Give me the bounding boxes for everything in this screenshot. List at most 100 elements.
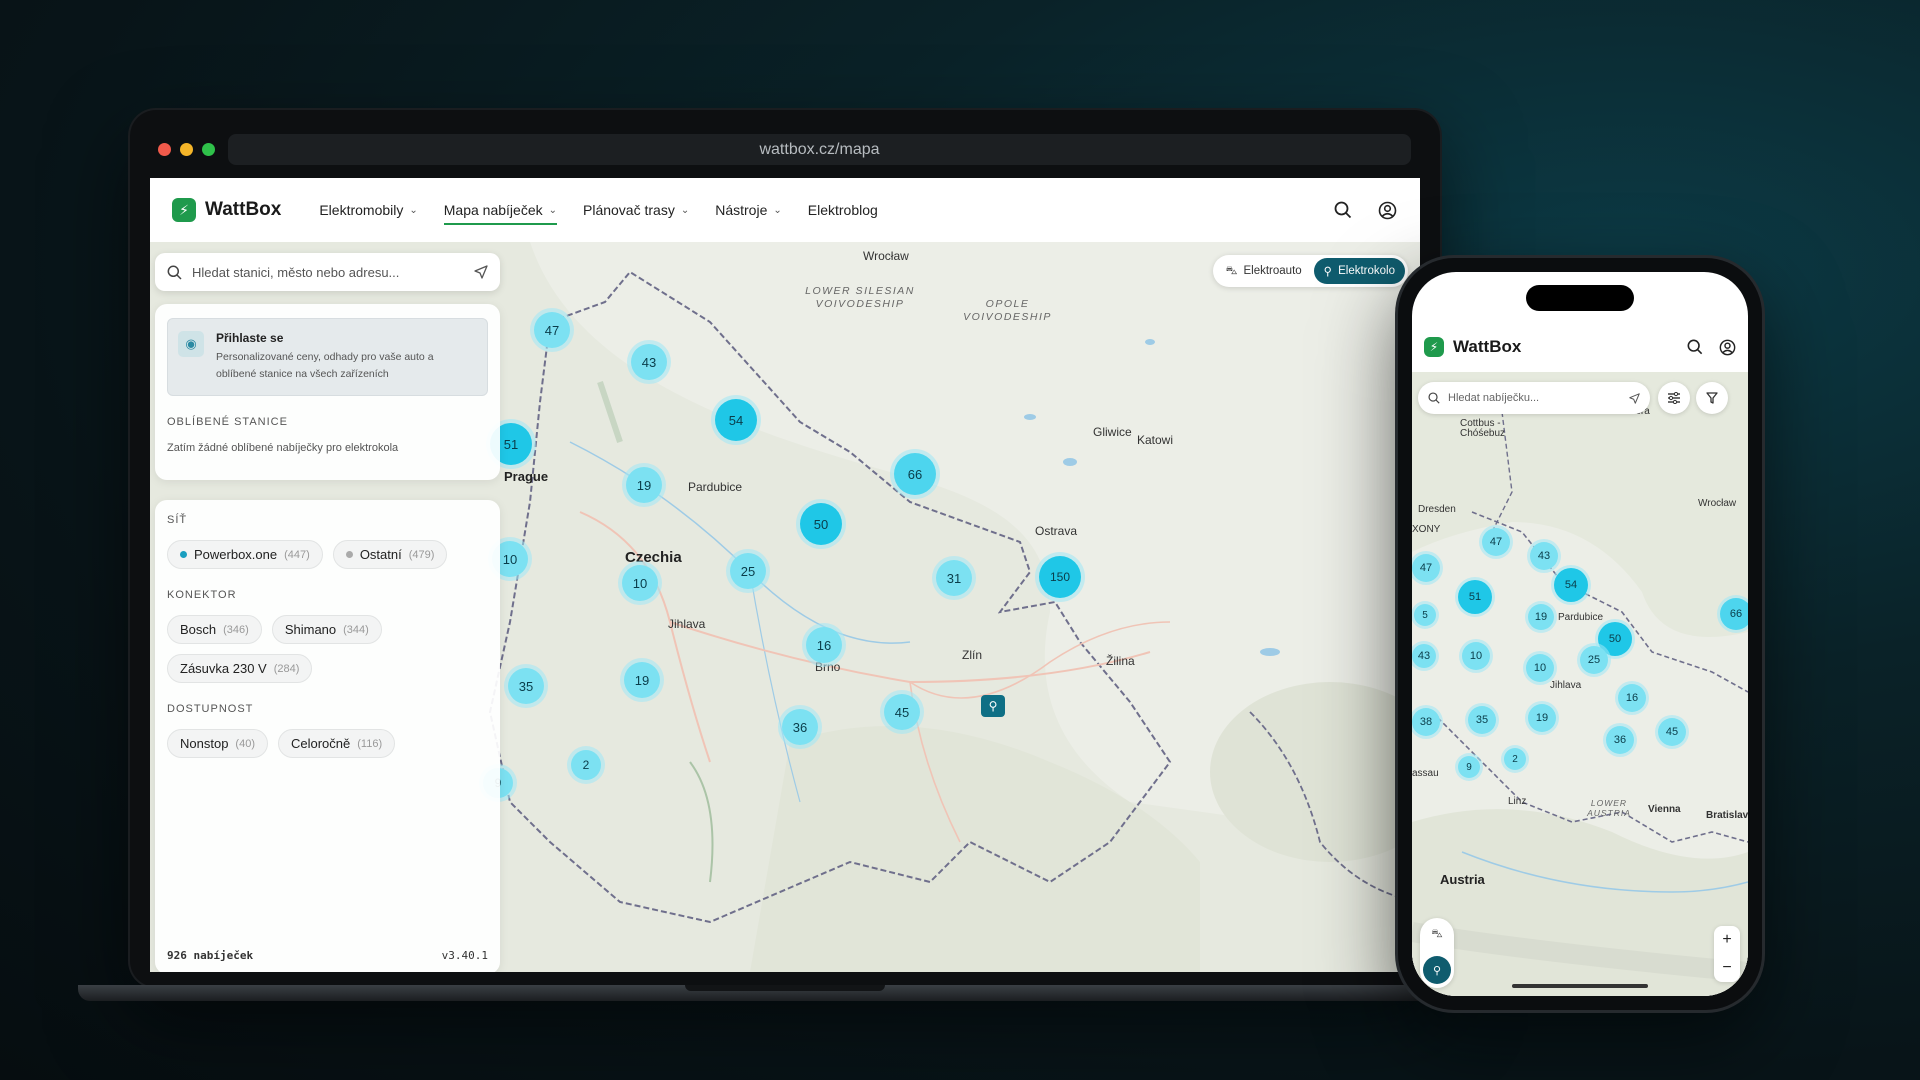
login-description: Personalizované ceny, odhady pro vaše au… — [216, 351, 434, 380]
map-label-city: Jihlava — [1550, 680, 1582, 691]
map-label-city: Žilina — [1106, 654, 1135, 668]
locate-me-icon[interactable] — [474, 265, 488, 279]
sliders-icon — [1668, 392, 1680, 404]
nav-mapa-nabijecek[interactable]: Mapa nabíječek ⌄ — [443, 195, 558, 225]
network-color-dot — [345, 551, 353, 558]
charger-cluster[interactable]: 10 — [1462, 642, 1490, 670]
user-account-icon[interactable] — [1376, 199, 1398, 221]
toggle-elektroauto[interactable]: ⛍ Elektroauto — [1216, 258, 1312, 284]
charger-cluster[interactable]: 2 — [1504, 748, 1526, 770]
vehicle-type-toggle: ⛍ Elektroauto ⚲ Elektrokolo — [1212, 255, 1408, 287]
toggle-label: Elektrokolo — [1338, 265, 1395, 277]
charger-cluster[interactable]: 16 — [1618, 684, 1646, 712]
search-icon[interactable] — [1687, 339, 1703, 355]
brand-name: WattBox — [1453, 337, 1522, 356]
charger-cluster[interactable]: 19 — [626, 467, 662, 503]
charger-cluster[interactable]: 66 — [1720, 598, 1748, 630]
map-label-city: Gliwice — [1093, 425, 1132, 439]
filter-chip-shimano[interactable]: Shimano (344) — [271, 615, 382, 644]
close-window-button[interactable] — [158, 143, 171, 156]
filter-chip-powerbox[interactable]: Powerbox.one (447) — [167, 540, 323, 569]
charger-cluster[interactable]: 38 — [1412, 708, 1440, 736]
charger-cluster[interactable]: 47 — [1412, 554, 1440, 582]
charger-cluster[interactable]: 150 — [1039, 556, 1081, 598]
charger-cluster[interactable]: 45 — [884, 694, 920, 730]
charger-cluster[interactable]: 5 — [1414, 604, 1436, 626]
charger-cluster[interactable]: 35 — [1468, 706, 1496, 734]
map-label-country: Czechia — [625, 549, 682, 566]
bicycle-icon[interactable]: ⚲ — [1423, 956, 1451, 984]
map-label-city: Wrocław — [1698, 498, 1737, 509]
map-label-city: Ostrava — [1035, 524, 1078, 538]
brand-name: WattBox — [205, 199, 282, 220]
login-prompt[interactable]: ◉ Přihlaste se Personalizované ceny, odh… — [167, 318, 488, 396]
map-label-city: Linz — [1508, 796, 1527, 807]
charger-cluster[interactable]: 31 — [936, 560, 972, 596]
charger-cluster[interactable]: 54 — [1554, 568, 1588, 602]
filter-chip-ostatni[interactable]: Ostatní (479) — [332, 540, 448, 569]
charger-cluster[interactable]: 2 — [571, 750, 601, 780]
charger-cluster[interactable]: 54 — [715, 399, 757, 441]
charger-cluster[interactable]: 51 — [1458, 580, 1492, 614]
nav-nastroje[interactable]: Nástroje ⌄ — [715, 195, 782, 225]
map-label-region: XONY — [1412, 524, 1441, 535]
charger-cluster[interactable]: 43 — [1412, 644, 1436, 668]
locate-me-icon[interactable] — [1629, 392, 1640, 404]
charger-cluster[interactable]: 19 — [1528, 604, 1554, 630]
zoom-in-button[interactable]: + — [1722, 931, 1731, 949]
charger-cluster[interactable]: 16 — [806, 627, 842, 663]
charger-cluster[interactable]: 9 — [1458, 756, 1480, 778]
map-label-city: Wrocław — [863, 249, 909, 263]
search-input[interactable]: Hledat nabíječku... — [1448, 392, 1621, 404]
user-account-icon[interactable] — [1719, 339, 1736, 356]
zoom-out-button[interactable]: − — [1722, 959, 1731, 977]
toggle-label: Elektroauto — [1243, 265, 1302, 277]
charger-cluster[interactable]: 47 — [1482, 528, 1510, 556]
charger-cluster[interactable]: 19 — [1528, 704, 1556, 732]
charger-cluster[interactable]: 10 — [622, 565, 658, 601]
filter-chip-bosch[interactable]: Bosch (346) — [167, 615, 262, 644]
charger-cluster[interactable]: 66 — [894, 453, 936, 495]
brand[interactable]: ⚡ WattBox — [1424, 337, 1521, 357]
charger-cluster[interactable]: 35 — [508, 668, 544, 704]
toggle-elektrokolo[interactable]: ⚲ Elektrokolo — [1313, 258, 1405, 284]
nav-elektromobily[interactable]: Elektromobily ⌄ — [319, 195, 417, 225]
charger-cluster[interactable]: 25 — [730, 553, 766, 589]
charger-cluster[interactable]: 36 — [782, 709, 818, 745]
charger-cluster[interactable]: 50 — [800, 503, 842, 545]
bicycle-icon[interactable]: ⚲ — [981, 695, 1005, 717]
vehicle-mode-switch: ⛍ ⚲ — [1420, 918, 1454, 988]
filter-button[interactable] — [1696, 382, 1728, 414]
phone-charging-map[interactable]: Hledat nabíječku... Zielona Góra Cottbus… — [1412, 372, 1748, 996]
map-label-city: Katowi — [1137, 433, 1174, 447]
map-search-bar[interactable]: Hledat stanici, město nebo adresu... — [155, 253, 500, 291]
availability-heading: DOSTUPNOST — [167, 703, 254, 715]
filter-chip-230v[interactable]: Zásuvka 230 V (284) — [167, 654, 313, 683]
map-label-city: Zlín — [962, 648, 983, 662]
address-bar[interactable]: wattbox.cz/mapa — [228, 134, 1411, 165]
filter-chip-celorocne[interactable]: Celoročně (116) — [277, 729, 396, 758]
charger-cluster[interactable]: 47 — [534, 312, 570, 348]
minimize-window-button[interactable] — [180, 143, 193, 156]
filter-settings-button[interactable] — [1658, 382, 1690, 414]
map-label-country: Austria — [1440, 872, 1485, 887]
charger-cluster[interactable]: 43 — [1530, 542, 1558, 570]
map-label-city: Dresden — [1418, 504, 1456, 515]
car-icon[interactable]: ⛍ — [1423, 921, 1451, 949]
filter-chip-nonstop[interactable]: Nonstop (40) — [167, 729, 268, 758]
search-input[interactable]: Hledat stanici, město nebo adresu... — [192, 265, 464, 280]
maximize-window-button[interactable] — [202, 143, 215, 156]
charger-cluster[interactable]: 19 — [624, 662, 660, 698]
nav-planovac-trasy[interactable]: Plánovač trasy ⌄ — [583, 195, 689, 225]
nav-elektroblog[interactable]: Elektroblog — [808, 195, 878, 225]
charging-map[interactable]: Hledat stanici, město nebo adresu... ◉ P… — [150, 242, 1420, 972]
charger-cluster[interactable]: 36 — [1606, 726, 1634, 754]
brand[interactable]: ⚡ WattBox — [172, 198, 281, 222]
search-icon[interactable] — [1332, 199, 1354, 221]
charger-cluster[interactable]: 25 — [1580, 646, 1608, 674]
chip-label: Ostatní — [359, 547, 402, 562]
phone-search-bar[interactable]: Hledat nabíječku... — [1418, 382, 1650, 414]
charger-cluster[interactable]: 10 — [1526, 654, 1554, 682]
charger-cluster[interactable]: 43 — [631, 344, 667, 380]
charger-cluster[interactable]: 45 — [1658, 718, 1686, 746]
